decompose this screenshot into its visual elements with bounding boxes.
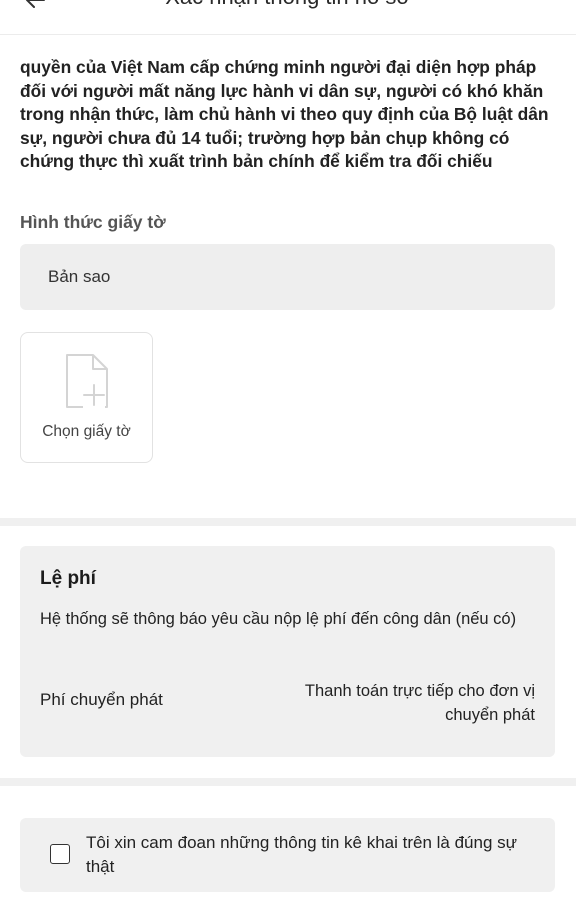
fee-description: Hệ thống sẽ thông báo yêu cầu nộp lệ phí…: [40, 610, 517, 628]
pledge-section: Tôi xin cam đoan những thông tin kê khai…: [20, 818, 555, 892]
form-type-label: Hình thức giấy tờ: [20, 212, 166, 232]
section-divider: [0, 518, 576, 526]
fee-section: Lệ phí Hệ thống sẽ thông báo yêu cầu nộp…: [20, 546, 555, 757]
section-divider: [0, 778, 576, 786]
pledge-checkbox[interactable]: [50, 844, 70, 864]
form-type-select[interactable]: Bản sao: [20, 244, 555, 310]
delivery-fee-label: Phí chuyển phát: [40, 690, 163, 709]
header-divider: [0, 34, 576, 35]
fee-title: Lệ phí: [40, 568, 96, 589]
choose-document-label: Chọn giấy tờ: [42, 423, 131, 440]
delivery-fee-value: Thanh toán trực tiếp cho đơn vị chuyển p…: [304, 682, 535, 724]
choose-document-button[interactable]: Chọn giấy tờ: [20, 332, 153, 463]
app-header: Xác nhận thông tin hồ sơ: [0, 0, 576, 14]
file-plus-icon: [66, 354, 108, 409]
page: Xác nhận thông tin hồ sơ quyền của Việt …: [0, 0, 576, 900]
pledge-text: Tôi xin cam đoan những thông tin kê khai…: [86, 833, 518, 876]
document-description: quyền của Việt Nam cấp chứng minh người …: [20, 57, 549, 171]
form-type-value: Bản sao: [48, 267, 111, 286]
header-title: Xác nhận thông tin hồ sơ: [0, 0, 576, 11]
